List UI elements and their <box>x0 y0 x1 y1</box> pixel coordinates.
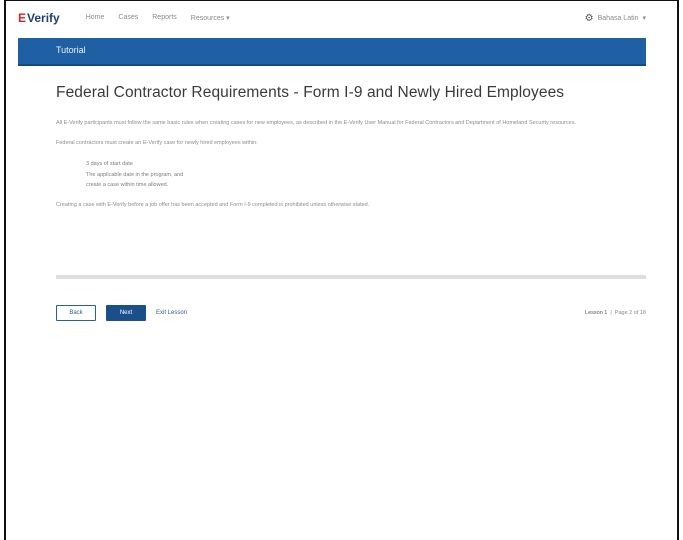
nav-link-reports[interactable]: Reports <box>152 14 177 22</box>
list-item: 3 days of start date <box>86 161 133 167</box>
pager-separator: | <box>610 310 612 316</box>
page-frame <box>4 0 679 540</box>
page-indicator: Lesson 1 | Page 2 of 18 <box>585 310 646 316</box>
logo-text: Verify <box>27 11 60 25</box>
everify-logo[interactable]: E Verify <box>18 11 60 25</box>
next-button[interactable]: Next <box>106 305 146 321</box>
chevron-down-icon: ▾ <box>642 15 646 22</box>
lesson-controls: Back Next Exit Lesson Lesson 1 | Page 2 … <box>56 304 646 322</box>
page-count: Page 2 of 18 <box>614 310 646 316</box>
list-item: create a case within time allowed. <box>86 182 169 188</box>
intro-paragraph: All E-Verify participants must follow th… <box>56 120 576 126</box>
requirement-list: 3 days of start date The applicable date… <box>86 159 646 191</box>
note-paragraph: Creating a case with E-Verify before a j… <box>56 201 370 208</box>
globe-icon: ⚙ <box>584 12 594 24</box>
nav-link-cases[interactable]: Cases <box>118 14 138 22</box>
page-title: Federal Contractor Requirements - Form I… <box>56 84 565 101</box>
nav-link-home[interactable]: Home <box>86 14 105 22</box>
list-item: The applicable date in the program, and <box>86 171 184 178</box>
lesson-content: Federal Contractor Requirements - Form I… <box>56 84 646 209</box>
lesson-label: Lesson 1 <box>585 310 608 316</box>
logo-prefix: E <box>18 11 27 25</box>
nav-link-resources[interactable]: Resources <box>191 14 230 22</box>
language-label: Bahasa Latin <box>597 14 639 22</box>
exit-lesson-link[interactable]: Exit Lesson <box>156 310 187 316</box>
tutorial-banner: Tutorial <box>18 38 646 66</box>
requirement-paragraph: Federal contractors must create an E-Ver… <box>56 140 258 146</box>
back-button[interactable]: Back <box>56 305 96 321</box>
language-selector[interactable]: ⚙ Bahasa Latin ▾ <box>585 13 646 24</box>
top-navigation: E Verify Home Cases Reports Resources ⚙ … <box>18 4 646 32</box>
banner-title: Tutorial <box>56 45 86 55</box>
content-divider <box>56 275 646 279</box>
nav-links: Home Cases Reports Resources <box>86 14 230 22</box>
